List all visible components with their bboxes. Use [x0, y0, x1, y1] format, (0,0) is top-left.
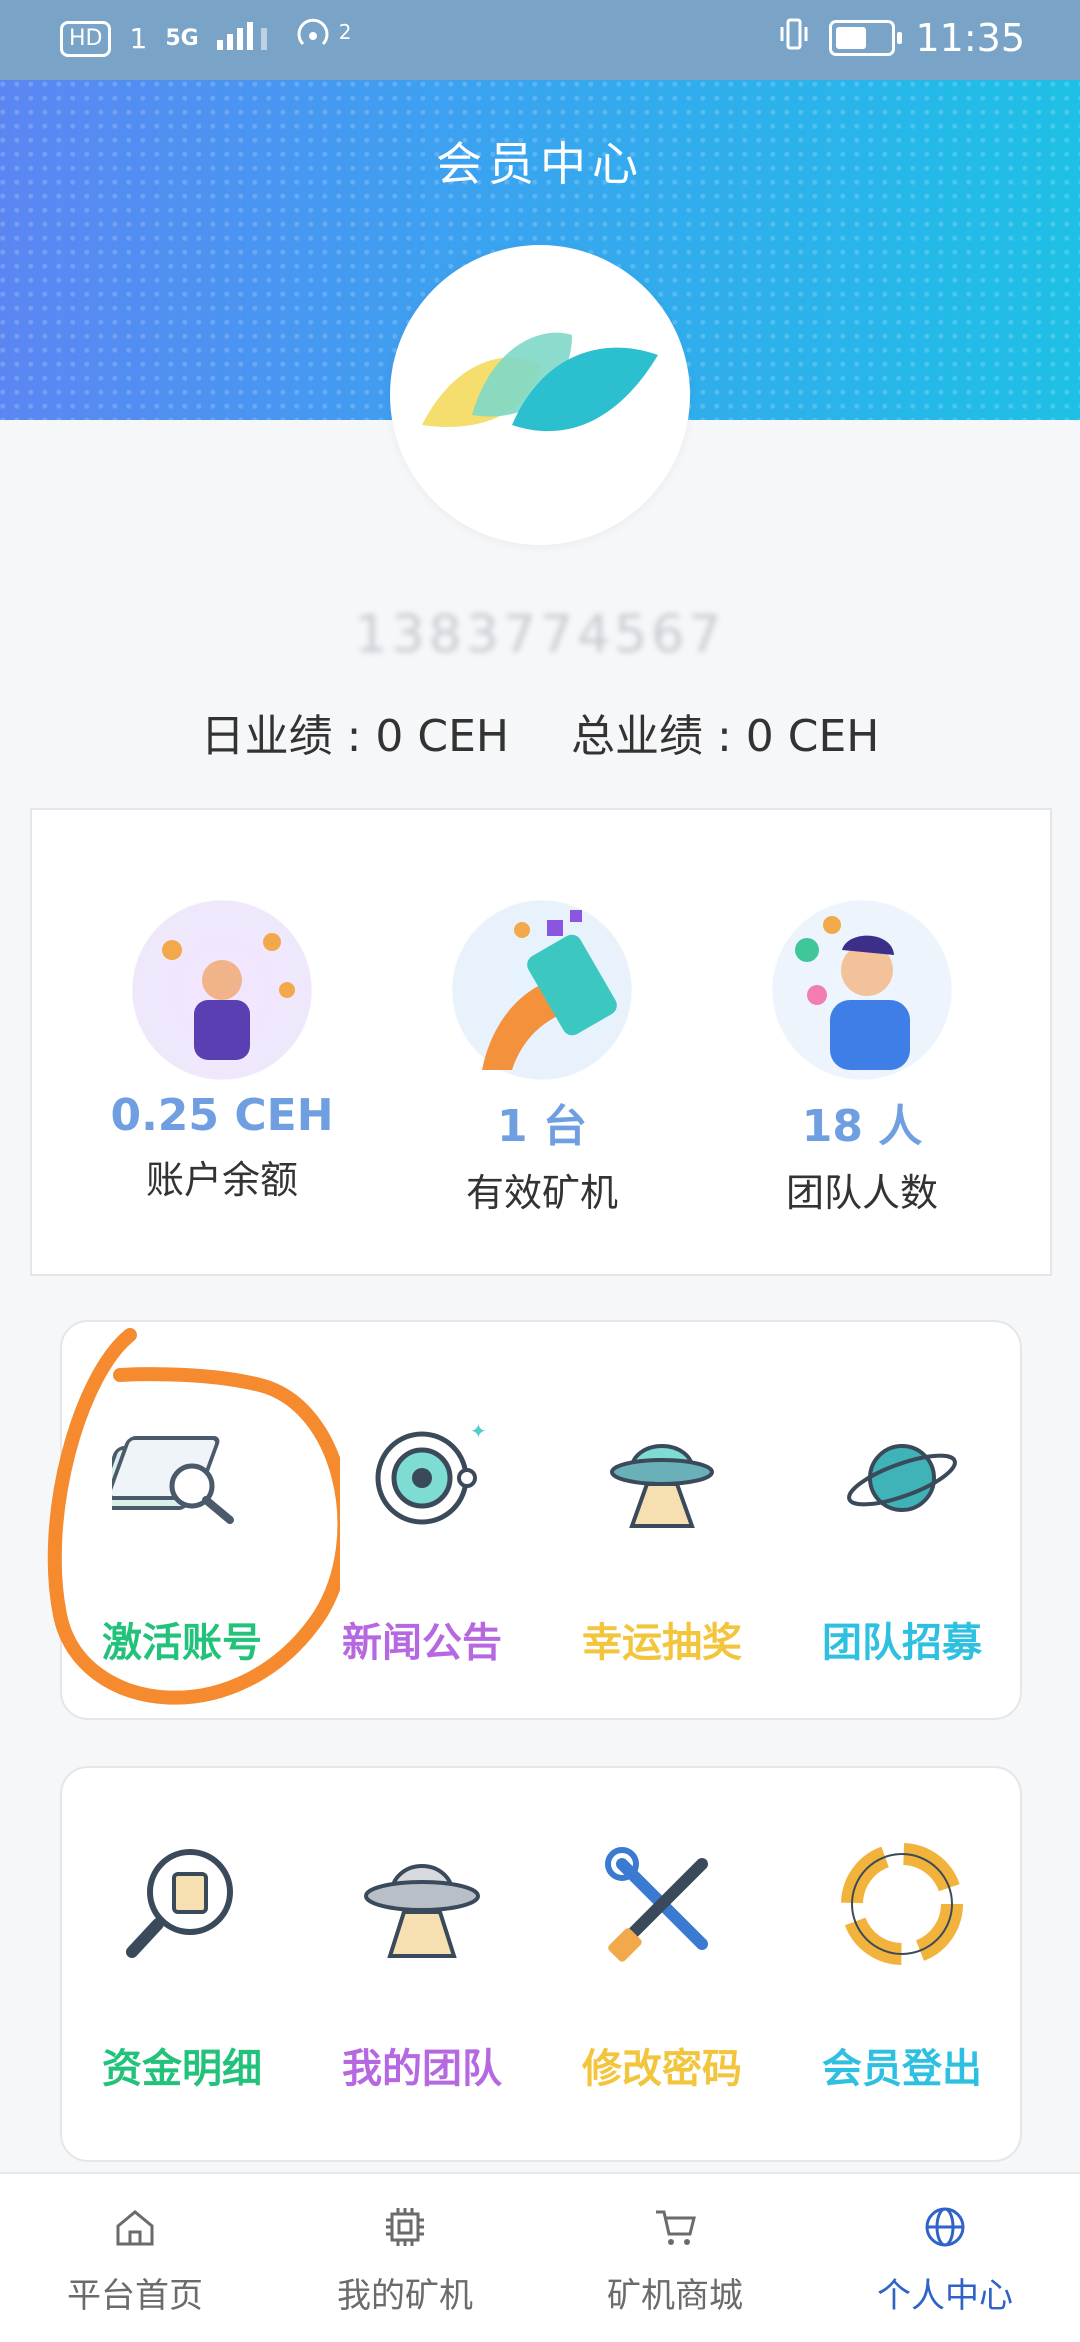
orbit-icon: ✦ [352, 1408, 492, 1548]
tab-label: 我的矿机 [337, 2276, 473, 2316]
menu-logout[interactable]: 会员登出 [782, 1834, 1022, 2094]
lifebuoy-icon [832, 1834, 972, 1974]
status-bar: HD 1 5G 2 11:35 [0, 0, 1080, 80]
stat-miners[interactable]: 1 台 有效矿机 [392, 900, 692, 1217]
globe-icon [922, 2204, 968, 2250]
menu-my-team[interactable]: 我的团队 [302, 1834, 542, 2094]
account-stats-card: 0.25 CEH 账户余额 1 台 有效矿机 18 人 团队人数 [30, 808, 1052, 1276]
menu-label: 激活账号 [102, 1620, 262, 1666]
menu-news[interactable]: ✦ 新闻公告 [302, 1408, 542, 1668]
tab-label: 个人中心 [877, 2276, 1013, 2316]
tab-my-miners[interactable]: 我的矿机 [270, 2204, 540, 2317]
ufo-icon [352, 1834, 492, 1974]
battery-icon [829, 20, 903, 56]
network-indicator: 5G [165, 26, 199, 51]
menu-card-2: 资金明细 我的团队 修改密码 会员登出 [60, 1766, 1022, 2162]
user-phone: 1383774567 [354, 605, 726, 665]
tools-icon [592, 1834, 732, 1974]
planet-icon [832, 1408, 972, 1548]
tab-personal-center[interactable]: 个人中心 [810, 2204, 1080, 2317]
person-coins-icon [132, 900, 312, 1080]
menu-label: 新闻公告 [342, 1620, 502, 1666]
sim-indicator: 1 [129, 22, 148, 55]
menu-activate-account[interactable]: 激活账号 [62, 1408, 302, 1668]
page-title: 会员中心 [436, 137, 644, 191]
document-search-icon [95, 1408, 252, 1548]
signal-icon [216, 20, 277, 57]
stat-value: 0.25 CEH [110, 1090, 334, 1141]
svg-text:✦: ✦ [470, 1419, 487, 1443]
cart-icon [652, 2204, 698, 2250]
menu-card-1: 激活账号 ✦ 新闻公告 幸运抽奖 团队招募 [60, 1320, 1022, 1720]
menu-label: 会员登出 [822, 2046, 982, 2092]
stat-value: 18 人 [801, 1101, 923, 1152]
stat-balance[interactable]: 0.25 CEH 账户余额 [72, 900, 372, 1204]
hd-badge: HD [60, 20, 112, 57]
status-right: 11:35 [779, 16, 1025, 60]
daily-performance: 日业绩 : 0 CEH [200, 711, 509, 762]
hotspot-icon [295, 18, 335, 59]
phone-hand-icon [452, 900, 632, 1080]
person-phone-icon [772, 900, 952, 1080]
chip-icon [382, 2204, 428, 2250]
magnifier-icon [112, 1834, 252, 1974]
menu-fund-details[interactable]: 资金明细 [62, 1834, 302, 2094]
avatar[interactable] [390, 245, 690, 545]
menu-label: 资金明细 [102, 2046, 262, 2092]
tab-label: 平台首页 [67, 2276, 203, 2316]
bottom-tab-bar: 平台首页 我的矿机 矿机商城 个人中心 [0, 2172, 1080, 2342]
menu-recruit[interactable]: 团队招募 [782, 1408, 1022, 1668]
hotspot-count: 2 [338, 19, 352, 44]
menu-label: 我的团队 [342, 2046, 502, 2092]
menu-label: 修改密码 [582, 2046, 742, 2092]
app-logo-icon [422, 332, 658, 432]
menu-label: 幸运抽奖 [582, 1620, 742, 1666]
stat-label: 有效矿机 [465, 1171, 618, 1215]
stat-team[interactable]: 18 人 团队人数 [712, 900, 1012, 1217]
stat-label: 团队人数 [785, 1171, 938, 1215]
ufo-icon [592, 1408, 732, 1548]
performance-summary: 日业绩 : 0 CEH 总业绩 : 0 CEH [0, 700, 1080, 764]
tab-label: 矿机商城 [607, 2276, 743, 2316]
tab-home[interactable]: 平台首页 [0, 2204, 270, 2317]
stat-value: 1 台 [497, 1101, 587, 1152]
menu-change-password[interactable]: 修改密码 [542, 1834, 782, 2094]
tab-miner-shop[interactable]: 矿机商城 [540, 2204, 810, 2317]
status-left: HD 1 5G 2 [60, 18, 351, 59]
menu-lucky-draw[interactable]: 幸运抽奖 [542, 1408, 782, 1668]
menu-label: 团队招募 [822, 1620, 982, 1666]
total-performance: 总业绩 : 0 CEH [571, 711, 880, 762]
home-icon [112, 2204, 158, 2250]
vibrate-icon [779, 16, 809, 60]
stat-label: 账户余额 [145, 1158, 298, 1202]
clock: 11:35 [915, 16, 1025, 60]
